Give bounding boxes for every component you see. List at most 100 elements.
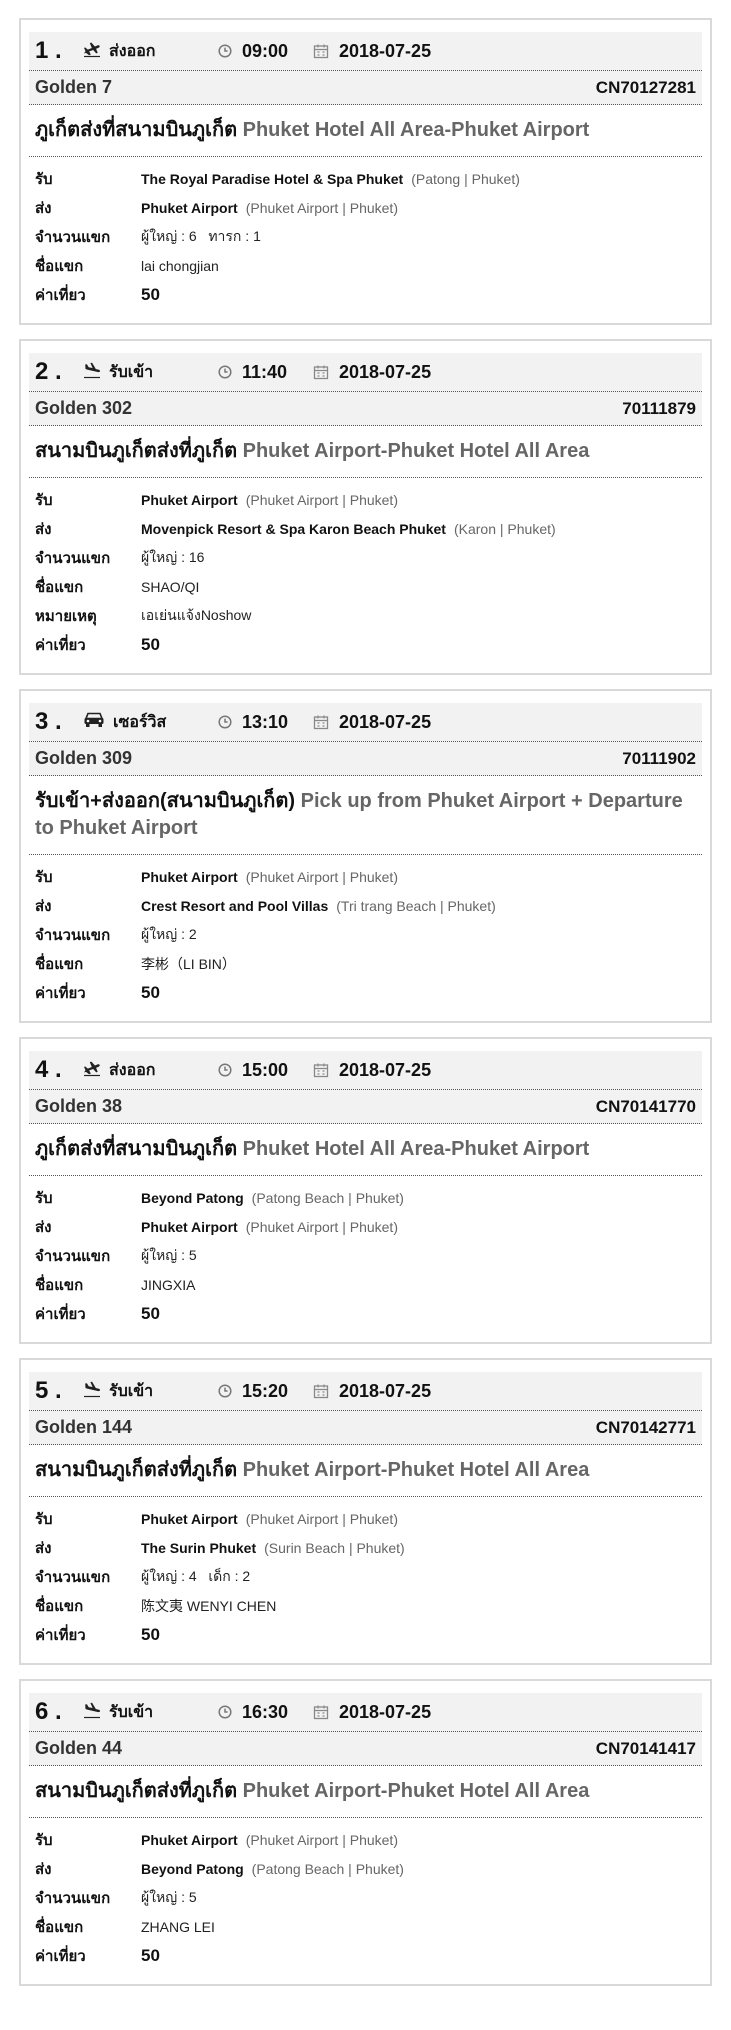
guest-label: ชื่อแขก bbox=[35, 578, 84, 596]
guest-name: 陈文夷 WENYI CHEN bbox=[141, 1597, 277, 1614]
pickup-area: (Phuket Airport | Phuket) bbox=[245, 1831, 398, 1848]
transfer-type-label: เซอร์วิส bbox=[113, 713, 167, 731]
pickup-date: 2018-07-25 bbox=[313, 1702, 431, 1723]
fare-label: ค่าเที่ยว bbox=[35, 1947, 86, 1965]
booking-card[interactable]: 2 . รับเข้า 11:40 2018-07-25 Golden 302 … bbox=[19, 339, 712, 675]
dropoff-row: ส่ง Phuket Airport (Phuket Airport | Phu… bbox=[35, 193, 696, 222]
transfer-type: ส่งออก bbox=[83, 1058, 218, 1083]
fare-label: ค่าเที่ยว bbox=[35, 1305, 86, 1323]
guest-name: 李彬（LI BIN） bbox=[141, 955, 236, 972]
dropoff-label: ส่ง bbox=[35, 520, 52, 538]
pickup-date: 2018-07-25 bbox=[313, 41, 431, 62]
dropoff-location: The Surin Phuket bbox=[141, 1539, 257, 1556]
pickup-time-value: 13:10 bbox=[242, 711, 289, 732]
dropoff-label: ส่ง bbox=[35, 199, 52, 217]
vehicle-name: Golden 144 bbox=[35, 1417, 133, 1437]
route-title-th: ภูเก็ตส่งที่สนามบินภูเก็ต bbox=[35, 119, 238, 141]
calendar-icon bbox=[313, 44, 329, 59]
vehicle-bar: Golden 309 70111902 bbox=[29, 742, 702, 776]
dropoff-area: (Phuket Airport | Phuket) bbox=[245, 199, 398, 216]
pickup-location: The Royal Paradise Hotel & Spa Phuket bbox=[141, 170, 404, 187]
booking-number: 2 . bbox=[35, 358, 62, 385]
vehicle-name: Golden 309 bbox=[35, 748, 133, 768]
clock-icon bbox=[218, 1705, 232, 1719]
guest-name: SHAO/QI bbox=[141, 578, 200, 595]
fare-row: ค่าเที่ยว 50 bbox=[35, 1299, 696, 1328]
pickup-row: รับ Phuket Airport (Phuket Airport | Phu… bbox=[35, 485, 696, 514]
pickup-row: รับ Phuket Airport (Phuket Airport | Phu… bbox=[35, 1504, 696, 1533]
booking-details: รับ Phuket Airport (Phuket Airport | Phu… bbox=[29, 1497, 702, 1649]
booking-header: 4 . ส่งออก 15:00 2018-07-25 bbox=[29, 1051, 702, 1090]
fare-row: ค่าเที่ยว 50 bbox=[35, 1620, 696, 1649]
calendar-icon bbox=[313, 1063, 329, 1078]
airplane-departure-icon bbox=[84, 42, 100, 57]
pickup-time: 15:20 bbox=[218, 1381, 313, 1402]
booking-list: 1 . ส่งออก 09:00 2018-07-25 Golden 7 CN7… bbox=[0, 0, 731, 1986]
booking-header: 3 . เซอร์วิส 13:10 2018-07-25 bbox=[29, 703, 702, 742]
route-title-th: ภูเก็ตส่งที่สนามบินภูเก็ต bbox=[35, 1138, 238, 1160]
transfer-type: รับเข้า bbox=[83, 1379, 218, 1404]
route-title: ภูเก็ตส่งที่สนามบินภูเก็ต Phuket Hotel A… bbox=[29, 1124, 702, 1176]
guest-label: ชื่อแขก bbox=[35, 1918, 84, 1936]
route-title: รับเข้า+ส่งออก(สนามบินภูเก็ต) Pick up fr… bbox=[29, 776, 702, 855]
pickup-location: Beyond Patong bbox=[141, 1189, 244, 1206]
transfer-type-label: ส่งออก bbox=[109, 42, 156, 60]
dropoff-row: ส่ง Crest Resort and Pool Villas (Tri tr… bbox=[35, 891, 696, 920]
booking-card[interactable]: 6 . รับเข้า 16:30 2018-07-25 Golden 44 C… bbox=[19, 1679, 712, 1986]
transfer-type-label: รับเข้า bbox=[109, 363, 154, 381]
transfer-type-icon bbox=[83, 711, 113, 734]
route-title-th: สนามบินภูเก็ตส่งที่ภูเก็ต bbox=[35, 440, 238, 462]
transfer-type-icon bbox=[83, 1059, 109, 1082]
route-title-en: Phuket Airport-Phuket Hotel All Area bbox=[242, 1780, 590, 1802]
route-title: สนามบินภูเก็ตส่งที่ภูเก็ต Phuket Airport… bbox=[29, 1766, 702, 1818]
booking-number: 1 . bbox=[35, 37, 62, 64]
dropoff-label: ส่ง bbox=[35, 1860, 52, 1878]
booking-card[interactable]: 1 . ส่งออก 09:00 2018-07-25 Golden 7 CN7… bbox=[19, 18, 712, 325]
transfer-type-label: รับเข้า bbox=[109, 1382, 154, 1400]
transfer-type: รับเข้า bbox=[83, 1700, 218, 1725]
guest-name: lai chongjian bbox=[141, 257, 219, 274]
pickup-label: รับ bbox=[35, 1510, 53, 1528]
booking-details: รับ Phuket Airport (Phuket Airport | Phu… bbox=[29, 855, 702, 1007]
passengers-label: จำนวนแขก bbox=[35, 1568, 111, 1586]
order-number: CN70127281 bbox=[595, 77, 696, 97]
guest-row: ชื่อแขก 李彬（LI BIN） bbox=[35, 949, 696, 978]
guest-row: ชื่อแขก 陈文夷 WENYI CHEN bbox=[35, 1591, 696, 1620]
passengers-row: จำนวนแขก ผู้ใหญ่ : 5 bbox=[35, 1241, 696, 1270]
pickup-date: 2018-07-25 bbox=[313, 1060, 431, 1081]
pickup-date: 2018-07-25 bbox=[313, 712, 431, 733]
fare-value: 50 bbox=[141, 1624, 160, 1644]
guest-label: ชื่อแขก bbox=[35, 1597, 84, 1615]
route-title: ภูเก็ตส่งที่สนามบินภูเก็ต Phuket Hotel A… bbox=[29, 105, 702, 157]
booking-card[interactable]: 5 . รับเข้า 15:20 2018-07-25 Golden 144 … bbox=[19, 1358, 712, 1665]
route-title: สนามบินภูเก็ตส่งที่ภูเก็ต Phuket Airport… bbox=[29, 1445, 702, 1497]
fare-label: ค่าเที่ยว bbox=[35, 636, 86, 654]
booking-card[interactable]: 4 . ส่งออก 15:00 2018-07-25 Golden 38 CN… bbox=[19, 1037, 712, 1344]
passengers-value: ผู้ใหญ่ : 4 เด็ก : 2 bbox=[141, 1567, 251, 1584]
calendar-icon bbox=[313, 1384, 329, 1399]
dropoff-location: Beyond Patong bbox=[141, 1860, 244, 1877]
dropoff-label: ส่ง bbox=[35, 1218, 52, 1236]
passengers-label: จำนวนแขก bbox=[35, 1889, 111, 1907]
dropoff-location: Movenpick Resort & Spa Karon Beach Phuke… bbox=[141, 520, 446, 537]
pickup-area: (Patong Beach | Phuket) bbox=[251, 1189, 404, 1206]
transfer-type: รับเข้า bbox=[83, 360, 218, 385]
booking-details: รับ Phuket Airport (Phuket Airport | Phu… bbox=[29, 1818, 702, 1970]
passengers-row: จำนวนแขก ผู้ใหญ่ : 4 เด็ก : 2 bbox=[35, 1562, 696, 1591]
pickup-row: รับ Phuket Airport (Phuket Airport | Phu… bbox=[35, 862, 696, 891]
guest-row: ชื่อแขก ZHANG LEI bbox=[35, 1912, 696, 1941]
route-title: สนามบินภูเก็ตส่งที่ภูเก็ต Phuket Airport… bbox=[29, 426, 702, 478]
passengers-row: จำนวนแขก ผู้ใหญ่ : 5 bbox=[35, 1883, 696, 1912]
passengers-value: ผู้ใหญ่ : 5 bbox=[141, 1246, 197, 1263]
pickup-time: 09:00 bbox=[218, 41, 313, 62]
pickup-area: (Phuket Airport | Phuket) bbox=[245, 491, 398, 508]
transfer-type: ส่งออก bbox=[83, 39, 218, 64]
booking-details: รับ The Royal Paradise Hotel & Spa Phuke… bbox=[29, 157, 702, 309]
note-value: เอเย่นแจ้งNoshow bbox=[141, 606, 252, 623]
dropoff-area: (Surin Beach | Phuket) bbox=[264, 1539, 405, 1556]
order-number: 70111902 bbox=[622, 748, 696, 768]
fare-value: 50 bbox=[141, 1945, 160, 1965]
pickup-time-value: 16:30 bbox=[242, 1701, 289, 1722]
booking-card[interactable]: 3 . เซอร์วิส 13:10 2018-07-25 Golden 309… bbox=[19, 689, 712, 1023]
transfer-type-icon bbox=[83, 1380, 109, 1403]
